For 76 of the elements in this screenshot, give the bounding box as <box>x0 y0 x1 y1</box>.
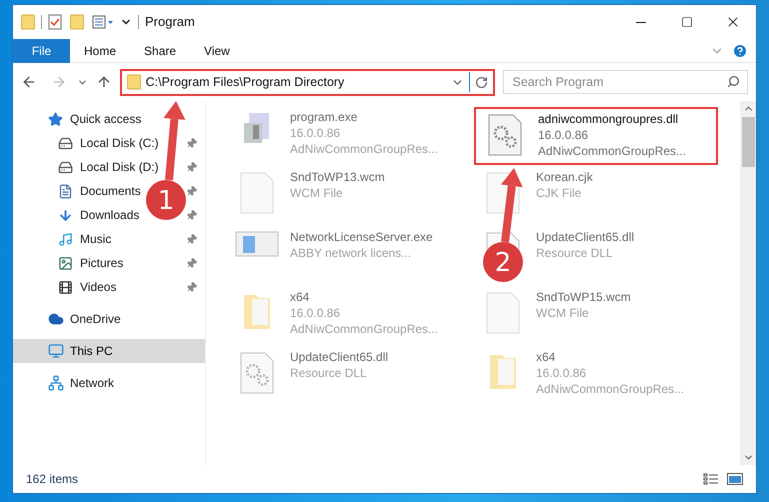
details-view-icon[interactable] <box>703 473 719 485</box>
network-icon <box>48 375 64 391</box>
film-icon <box>58 280 73 294</box>
file-name[interactable]: x64 <box>536 349 684 365</box>
properties-icon[interactable] <box>92 15 114 29</box>
item-count: 162 items <box>26 471 78 488</box>
file-name[interactable]: UpdateClient65.dll <box>536 229 634 245</box>
up-icon[interactable] <box>96 74 112 90</box>
search-icon <box>727 75 740 88</box>
star-icon <box>48 112 63 126</box>
ribbon-tab[interactable]: View <box>190 38 244 62</box>
file-detail: AdNiwCommonGroupRes... <box>290 321 438 337</box>
maximize-icon <box>681 16 693 28</box>
file-detail: AdNiwCommonGroupRes... <box>290 141 438 157</box>
file-detail: WCM File <box>290 185 344 201</box>
blank-file-icon <box>485 291 521 335</box>
picture-icon <box>58 256 73 270</box>
download-icon <box>58 208 73 222</box>
file-name[interactable]: Korean.cjk <box>536 169 593 185</box>
sidebar-item[interactable]: Documents <box>58 182 141 200</box>
sidebar-item[interactable]: Downloads <box>58 206 140 224</box>
file-name[interactable]: adniwcommongroupres.dll <box>538 111 686 127</box>
folder-icon <box>21 14 35 30</box>
ribbon-tab[interactable]: Home <box>70 38 130 62</box>
file-detail: AdNiwCommonGroupRes... <box>536 381 684 397</box>
file-detail: 16.0.0.86 <box>290 125 342 141</box>
address-bar[interactable]: C:\Program Files\Program Directory <box>120 68 496 96</box>
sidebar-item[interactable]: OneDrive <box>48 310 121 328</box>
file-detail: CJK File <box>536 185 582 201</box>
file-name[interactable]: SndToWP13.wcm <box>290 169 385 185</box>
drive-icon <box>58 160 73 174</box>
monitor-icon <box>48 343 64 359</box>
refresh-icon[interactable] <box>475 76 488 88</box>
file-name[interactable]: x64 <box>290 289 438 305</box>
sidebar-item[interactable]: Pictures <box>58 254 124 272</box>
scrollbar[interactable] <box>740 101 756 465</box>
file-name[interactable]: SndToWP15.wcm <box>536 289 631 305</box>
checklist-icon[interactable] <box>48 14 62 30</box>
sidebar-item[interactable]: Music <box>58 230 112 248</box>
drive-icon <box>58 136 73 150</box>
app-window-icon <box>235 231 279 257</box>
blank-file-icon <box>239 171 275 215</box>
ribbon-tab[interactable]: Share <box>130 38 190 62</box>
folder-icon <box>126 74 141 90</box>
file-detail: Resource DLL <box>290 365 368 381</box>
file-name[interactable]: UpdateClient65.dll <box>290 349 388 365</box>
sidebar-item[interactable]: Network <box>48 374 114 392</box>
step-number-badge: 1 <box>146 180 186 220</box>
cloud-icon <box>48 311 64 327</box>
step-number-badge: 2 <box>483 242 523 282</box>
file-detail: ABBY network licens... <box>290 245 412 261</box>
music-note-icon <box>58 232 73 246</box>
sidebar-item[interactable]: Local Disk (C:) <box>58 134 159 152</box>
back-icon[interactable] <box>21 74 37 90</box>
file-name[interactable]: program.exe <box>290 109 438 125</box>
help-icon[interactable] <box>732 42 748 58</box>
document-icon <box>58 184 73 198</box>
file-detail: Resource DLL <box>536 245 614 261</box>
file-detail: 16.0.0.86 <box>538 127 590 143</box>
file-detail: WCM File <box>536 305 590 321</box>
new-folder-icon <box>70 14 84 30</box>
search-field[interactable]: Search Program <box>503 70 748 94</box>
address-path: C:\Program Files\Program Directory <box>146 74 346 91</box>
window-title: Program <box>145 13 195 32</box>
sidebar-item[interactable]: Local Disk (D:) <box>58 158 159 176</box>
gear-file-icon <box>239 351 275 395</box>
sidebar-item[interactable]: Quick access <box>48 110 142 128</box>
file-detail: 16.0.0.86 <box>290 305 342 321</box>
file-tab[interactable]: File <box>13 38 70 62</box>
large-icons-view-icon[interactable] <box>727 473 743 485</box>
file-detail: AdNiwCommonGroupRes... <box>538 143 686 159</box>
scroll-thumb[interactable] <box>742 117 754 167</box>
gear-file-icon <box>487 113 523 157</box>
sidebar-item[interactable]: Videos <box>58 278 116 296</box>
file-name[interactable]: NetworkLicenseServer.exe <box>290 229 433 245</box>
file-detail: 16.0.0.86 <box>536 365 588 381</box>
